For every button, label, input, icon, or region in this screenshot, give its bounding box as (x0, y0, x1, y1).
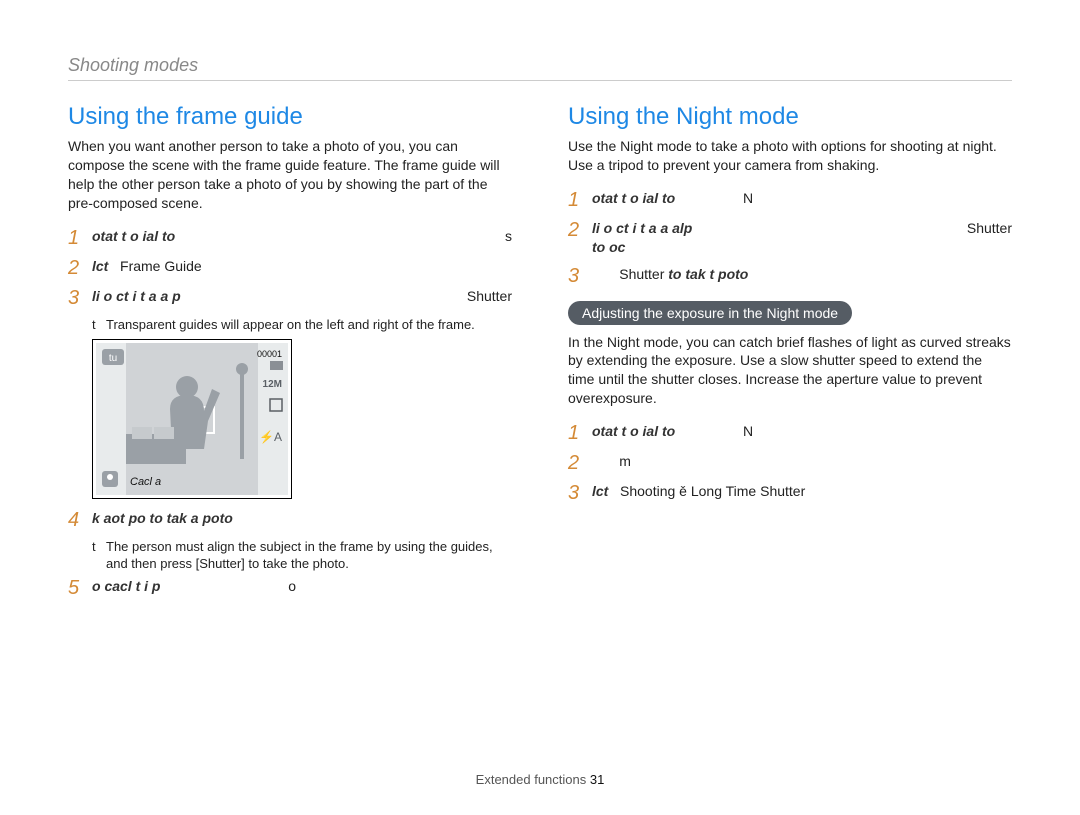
svg-text:⚡A: ⚡A (259, 430, 282, 444)
step-number: 1 (68, 227, 92, 249)
step-number: 5 (68, 577, 92, 599)
left-step-3: 3 li o ct i t a a p Shutter (68, 287, 512, 309)
footer-label: Extended functions (476, 772, 587, 787)
step-tail: Shooting ě Long Time Shutter (620, 483, 805, 499)
left-bullet-1: t Transparent guides will appear on the … (92, 317, 512, 334)
right-a-step-1: 1 otat t o ial to N (568, 189, 1012, 211)
step-text-em: o cacl t i p (92, 578, 160, 594)
right-a-step-3: 3 Shutter to tak t poto (568, 265, 1012, 287)
right-b-step-2: 2 m (568, 452, 1012, 474)
right-b-step-1: 1 otat t o ial to N (568, 422, 1012, 444)
right-section-title: Using the Night mode (568, 103, 1012, 131)
step-lead: Shutter (619, 266, 664, 282)
step-number: 3 (568, 482, 592, 504)
step-text-em: otat t o ial to (92, 228, 175, 244)
step-text-em: lct (92, 258, 108, 274)
step-text-em: otat t o ial to (592, 190, 675, 206)
right-intro: Use the Night mode to take a photo with … (568, 137, 1012, 175)
svg-text:Cacl a: Cacl a (130, 476, 161, 488)
left-bullet-2: t The person must align the subject in t… (92, 539, 512, 573)
step-number: 1 (568, 189, 592, 211)
left-section-title: Using the frame guide (68, 103, 512, 131)
left-step-1: 1 otat t o ial to s (68, 227, 512, 249)
step-number: 2 (68, 257, 92, 279)
step-tail: N (743, 190, 753, 206)
step-number: 2 (568, 219, 592, 241)
step-tail: Frame Guide (120, 258, 202, 274)
footer-page: 31 (590, 772, 604, 787)
right-subintro: In the Night mode, you can catch brief ﬂ… (568, 333, 1012, 409)
step-text-em: lct (592, 483, 608, 499)
step-number: 4 (68, 509, 92, 531)
breadcrumb: Shooting modes (68, 55, 1012, 81)
svg-text:12M: 12M (263, 379, 282, 390)
svg-text:tu: tu (109, 353, 117, 364)
step-number: 3 (68, 287, 92, 309)
right-column: Using the Night mode Use the Night mode … (568, 103, 1012, 607)
step-text-em: to tak t poto (668, 266, 748, 282)
step-number: 2 (568, 452, 592, 474)
step-text-em: li o ct i t a a alp (592, 220, 692, 236)
svg-text:00001: 00001 (257, 349, 282, 359)
step-text-em: k aot po to tak a poto (92, 510, 233, 526)
exposure-pill: Adjusting the exposure in the Night mode (568, 301, 852, 325)
page-footer: Extended functions 31 (0, 772, 1080, 787)
left-column: Using the frame guide When you want anot… (68, 103, 512, 607)
step-tail: o (288, 578, 296, 594)
left-step-5: 5 o cacl t i p o (68, 577, 512, 599)
step-number: 1 (568, 422, 592, 444)
right-b-step-3: 3 lct Shooting ě Long Time Shutter (568, 482, 1012, 504)
step-text-em: otat t o ial to (592, 423, 675, 439)
frame-guide-preview: tu 00001 12M ⚡A (92, 339, 292, 499)
step-tail: N (743, 423, 753, 439)
step-tail: m (619, 453, 631, 469)
left-intro: When you want another person to take a p… (68, 137, 512, 213)
step-text-em2: to oc (592, 239, 625, 255)
left-step-4: 4 k aot po to tak a poto (68, 509, 512, 531)
right-a-step-2: 2 li o ct i t a a alp Shutter to oc (568, 219, 1012, 257)
step-tail: Shutter (967, 219, 1012, 238)
step-tail: Shutter (467, 287, 512, 306)
step-number: 3 (568, 265, 592, 287)
step-tail: s (505, 227, 512, 246)
step-text-em: li o ct i t a a p (92, 288, 181, 304)
left-step-2: 2 lct Frame Guide (68, 257, 512, 279)
